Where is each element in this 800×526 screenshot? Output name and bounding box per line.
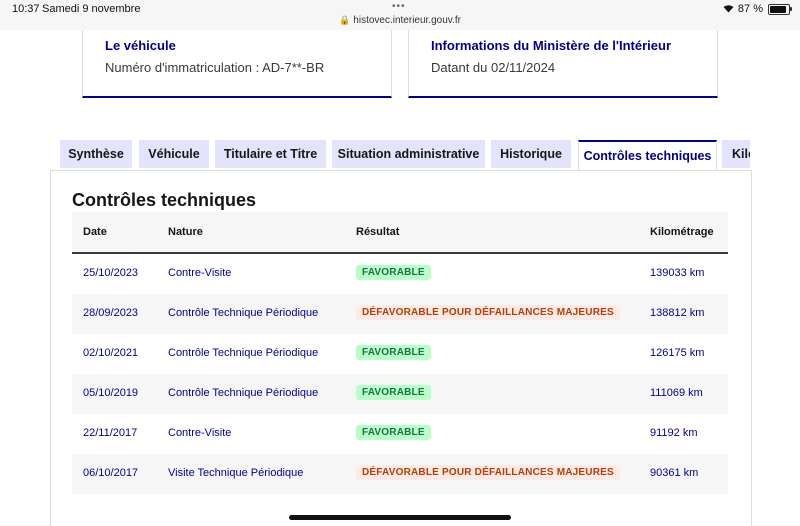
column-header-nature: Nature	[168, 226, 203, 238]
row-date: 25/10/2023	[83, 267, 139, 279]
table-row: 02/10/2021 Contrôle Technique Périodique…	[72, 334, 728, 374]
tab-kilometrage[interactable]: Kilo	[722, 140, 750, 168]
column-header-mileage: Kilométrage	[650, 226, 714, 238]
row-mileage: 126175 km	[650, 347, 705, 359]
status-right: 87 %	[723, 3, 792, 15]
battery-percent: 87 %	[737, 3, 763, 15]
row-mileage: 91192 km	[650, 427, 698, 439]
row-nature: Contrôle Technique Périodique	[168, 387, 319, 399]
table-row: 25/10/2023 Contre-Visite FAVORABLE 13903…	[72, 254, 728, 294]
row-date: 06/10/2017	[83, 467, 139, 479]
tab-titulaire-et-titre[interactable]: Titulaire et Titre	[215, 140, 326, 168]
vehicle-card-title: Le véhicule	[105, 38, 176, 53]
data-date: Datant du 02/11/2024	[431, 60, 556, 75]
result-badge: DÉFAVORABLE POUR DÉFAILLANCES MAJEURES	[356, 465, 620, 480]
lock-icon: 🔒	[339, 15, 351, 25]
battery-icon	[768, 3, 792, 15]
row-date: 05/10/2019	[83, 387, 139, 399]
table-row: 05/10/2019 Contrôle Technique Périodique…	[72, 374, 728, 414]
table-header: Date Nature Résultat Kilométrage	[72, 212, 728, 254]
section-title: Contrôles techniques	[72, 190, 257, 210]
row-date: 22/11/2017	[83, 427, 138, 439]
row-mileage: 138812 km	[650, 307, 705, 319]
result-badge: FAVORABLE	[356, 265, 431, 280]
status-bar: 10:37 Samedi 9 novembre ••• 🔒 histovec.in…	[0, 0, 800, 30]
result-badge: FAVORABLE	[356, 385, 431, 400]
vehicle-card: Le véhicule Numéro d'immatriculation : A…	[82, 30, 392, 98]
result-badge: DÉFAVORABLE POUR DÉFAILLANCES MAJEURES	[356, 305, 620, 320]
ministry-card-title: Informations du Ministère de l'Intérieur	[431, 38, 672, 53]
url-text: histovec.interieur.gouv.fr	[353, 15, 461, 26]
column-header-result: Résultat	[356, 226, 400, 238]
row-nature: Visite Technique Périodique	[168, 467, 304, 479]
more-dots-icon[interactable]: •••	[392, 1, 406, 12]
row-nature: Contrôle Technique Périodique	[168, 347, 319, 359]
table-row: 22/11/2017 Contre-Visite FAVORABLE 91192…	[72, 414, 728, 454]
result-badge: FAVORABLE	[356, 425, 431, 440]
row-date: 02/10/2021	[83, 347, 139, 359]
row-mileage: 111069 km	[650, 387, 703, 399]
address-bar[interactable]: 🔒 histovec.interieur.gouv.fr	[0, 15, 800, 26]
tab-historique[interactable]: Historique	[491, 140, 571, 168]
inspections-table: Date Nature Résultat Kilométrage 25/10/2…	[72, 212, 728, 494]
tab-synthese[interactable]: Synthèse	[60, 140, 132, 168]
row-nature: Contre-Visite	[168, 267, 232, 279]
tab-vehicule[interactable]: Véhicule	[139, 140, 209, 168]
row-nature: Contrôle Technique Périodique	[168, 307, 319, 319]
tab-situation-administrative[interactable]: Situation administrative	[332, 140, 485, 168]
home-indicator[interactable]	[289, 515, 511, 520]
wifi-icon	[723, 5, 734, 13]
row-mileage: 139033 km	[650, 267, 705, 279]
result-badge: FAVORABLE	[356, 345, 431, 360]
row-mileage: 90361 km	[650, 467, 699, 479]
row-date: 28/09/2023	[83, 307, 139, 319]
tab-bar: Synthèse Véhicule Titulaire et Titre Sit…	[60, 140, 750, 170]
tab-controles-techniques[interactable]: Contrôles techniques	[578, 140, 717, 170]
table-row: 06/10/2017 Visite Technique Périodique D…	[72, 454, 728, 494]
registration-number: Numéro d'immatriculation : AD-7**-BR	[105, 60, 325, 75]
status-time: 10:37	[12, 3, 40, 15]
battery-fill	[770, 5, 786, 13]
status-date: Samedi 9 novembre	[42, 3, 141, 15]
table-row: 28/09/2023 Contrôle Technique Périodique…	[72, 294, 728, 334]
row-nature: Contre-Visite	[168, 427, 232, 439]
column-header-date: Date	[83, 226, 107, 238]
ministry-card: Informations du Ministère de l'Intérieur…	[408, 30, 718, 98]
